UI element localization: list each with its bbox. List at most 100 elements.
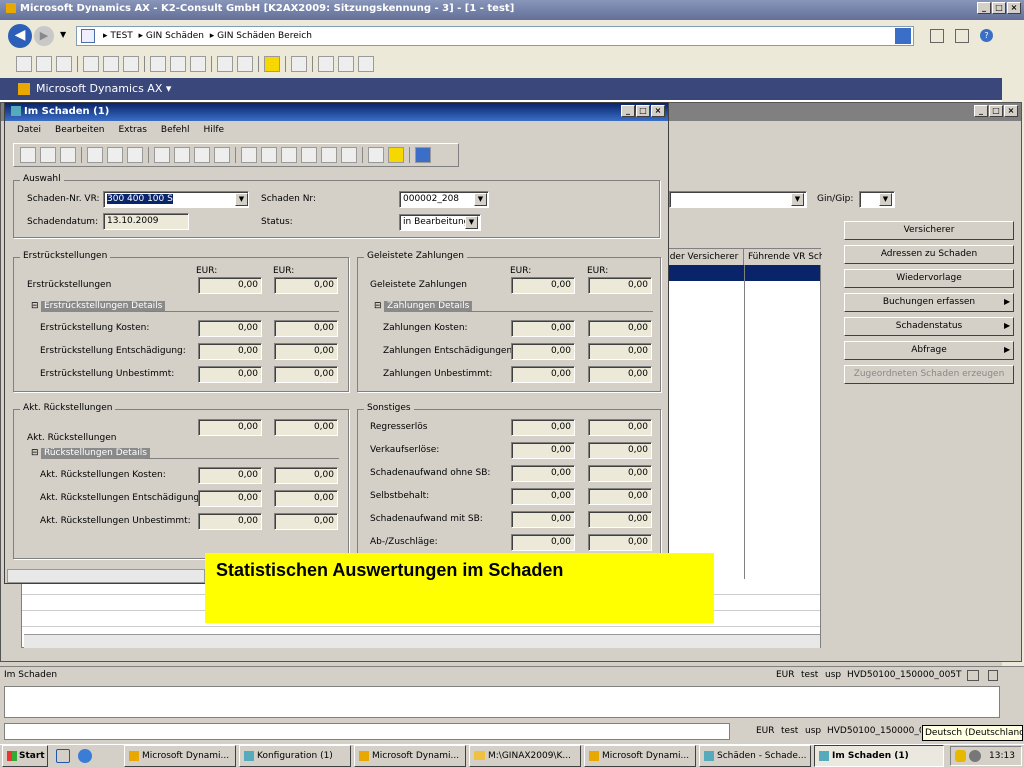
start-button[interactable]: Start [2, 745, 48, 767]
sonst-row-1-v2[interactable]: 0,00 [588, 442, 652, 459]
window-icon[interactable] [955, 29, 969, 43]
zahl-row-2-v2[interactable]: 0,00 [588, 366, 652, 383]
next-page-icon[interactable] [321, 147, 337, 163]
sonst-row-4-v2[interactable]: 0,00 [588, 511, 652, 528]
zahl-row-1-v1[interactable]: 0,00 [511, 343, 575, 360]
wiedervorlage-button[interactable]: Wiedervorlage [844, 269, 1014, 288]
grid-selected-row[interactable] [662, 265, 820, 281]
first-record-icon[interactable] [241, 147, 257, 163]
filter-remove-icon[interactable] [214, 147, 230, 163]
filter-select-icon[interactable] [174, 147, 190, 163]
list-icon[interactable] [338, 56, 354, 72]
zugeordneten-button[interactable]: Zugeordneten Schaden erzeugen [844, 365, 1014, 384]
form-delete-icon[interactable] [60, 147, 76, 163]
history-dropdown-icon[interactable]: ▼ [60, 30, 66, 39]
menu-extras[interactable]: Extras [118, 125, 146, 135]
akt-row-2-v2[interactable]: 0,00 [274, 513, 338, 530]
shield-icon[interactable] [955, 750, 966, 762]
sonst-row-1-v1[interactable]: 0,00 [511, 442, 575, 459]
form-preview-icon[interactable] [107, 147, 123, 163]
filter-icon[interactable] [154, 147, 170, 163]
grid-header-col2[interactable]: Führende VR Sch [744, 249, 822, 265]
collapse-icon[interactable]: ⊟ [31, 448, 39, 458]
status-icon[interactable] [988, 670, 998, 681]
gin-dropdown[interactable]: ▼ [879, 193, 892, 206]
network-icon[interactable] [969, 750, 981, 762]
paste-icon[interactable] [190, 56, 206, 72]
buchungen-button[interactable]: Buchungen erfassen [844, 293, 1014, 312]
crumb-1[interactable]: GIN Schäden [146, 31, 204, 41]
sonst-row-2-v2[interactable]: 0,00 [588, 465, 652, 482]
prev-page-icon[interactable] [261, 147, 277, 163]
form-help-icon[interactable] [415, 147, 431, 163]
schadenstatus-button[interactable]: Schadenstatus [844, 317, 1014, 336]
help-icon[interactable]: ? [980, 29, 993, 42]
sonst-row-3-v2[interactable]: 0,00 [588, 488, 652, 505]
layout-icon[interactable] [930, 29, 944, 43]
task-4[interactable]: Microsoft Dynami... [584, 745, 696, 767]
erst-row-1-v2[interactable]: 0,00 [274, 343, 338, 360]
erst-row-1-v1[interactable]: 0,00 [198, 343, 262, 360]
ax-menu-label[interactable]: Microsoft Dynamics AX [36, 82, 162, 95]
menu-bearbeiten[interactable]: Bearbeiten [55, 125, 104, 135]
crumb-2[interactable]: GIN Schäden Bereich [217, 31, 312, 41]
sonst-row-5-v2[interactable]: 0,00 [588, 534, 652, 551]
sonst-row-4-v1[interactable]: 0,00 [511, 511, 575, 528]
quicklaunch-ie-icon[interactable] [78, 749, 92, 763]
erst-v2[interactable]: 0,00 [274, 277, 338, 294]
find-next-icon[interactable] [237, 56, 253, 72]
zahl-v1[interactable]: 0,00 [511, 277, 575, 294]
task-5[interactable]: Schäden - Schade... [699, 745, 811, 767]
form-print-icon[interactable] [87, 147, 103, 163]
task-3[interactable]: M:\GINAX2009\K... [469, 745, 581, 767]
erst-v1[interactable]: 0,00 [198, 277, 262, 294]
form-close-button[interactable]: × [651, 105, 665, 117]
akt-row-0-v2[interactable]: 0,00 [274, 467, 338, 484]
cut-icon[interactable] [150, 56, 166, 72]
task-6[interactable]: Im Schaden (1) [814, 745, 944, 767]
maximize-button[interactable]: □ [992, 2, 1006, 14]
schaden-nr-dropdown[interactable]: ▼ [474, 193, 487, 206]
erst-row-2-v1[interactable]: 0,00 [198, 366, 262, 383]
schaden-nr-vr-dropdown[interactable]: ▼ [235, 193, 248, 206]
new-icon[interactable] [16, 56, 32, 72]
grid-header-col1[interactable]: nder Versicherer [662, 249, 744, 265]
address-field[interactable]: ▸ TEST ▸ GIN Schäden ▸ GIN Schäden Berei… [76, 26, 914, 46]
form-icon[interactable] [358, 56, 374, 72]
bg-maximize-button[interactable]: □ [989, 105, 1003, 117]
akt-row-1-v1[interactable]: 0,00 [198, 490, 262, 507]
sonst-row-5-v1[interactable]: 0,00 [511, 534, 575, 551]
status-dropdown[interactable]: ▼ [465, 216, 478, 229]
menu-datei[interactable]: Datei [17, 125, 41, 135]
sonst-row-3-v1[interactable]: 0,00 [511, 488, 575, 505]
erst-row-0-v2[interactable]: 0,00 [274, 320, 338, 337]
akt-row-0-v1[interactable]: 0,00 [198, 467, 262, 484]
abfrage-button[interactable]: Abfrage [844, 341, 1014, 360]
document-icon[interactable] [368, 147, 384, 163]
form-save-icon[interactable] [40, 147, 56, 163]
schadendatum-field[interactable]: 13.10.2009 [103, 213, 189, 230]
form-alert-icon[interactable] [388, 147, 404, 163]
task-2[interactable]: Microsoft Dynami... [354, 745, 466, 767]
open-icon[interactable] [36, 56, 52, 72]
preview-icon[interactable] [103, 56, 119, 72]
adressen-button[interactable]: Adressen zu Schaden [844, 245, 1014, 264]
menu-befehl[interactable]: Befehl [161, 125, 190, 135]
calendar-icon[interactable] [318, 56, 334, 72]
form-maximize-button[interactable]: □ [636, 105, 650, 117]
zahl-row-0-v2[interactable]: 0,00 [588, 320, 652, 337]
form-hscroll[interactable] [7, 569, 205, 583]
print-icon[interactable] [83, 56, 99, 72]
versicherer-button[interactable]: Versicherer [844, 221, 1014, 240]
sonst-row-2-v1[interactable]: 0,00 [511, 465, 575, 482]
bg-close-button[interactable]: × [1004, 105, 1018, 117]
back-icon[interactable]: ◀ [8, 24, 32, 48]
form-new-icon[interactable] [20, 147, 36, 163]
zahl-row-1-v2[interactable]: 0,00 [588, 343, 652, 360]
minimize-button[interactable]: _ [977, 2, 991, 14]
akt-row-1-v2[interactable]: 0,00 [274, 490, 338, 507]
zahl-v2[interactable]: 0,00 [588, 277, 652, 294]
bg-search-dropdown[interactable]: ▼ [791, 193, 804, 206]
prev-record-icon[interactable] [281, 147, 297, 163]
bg-search-field[interactable] [669, 191, 807, 208]
